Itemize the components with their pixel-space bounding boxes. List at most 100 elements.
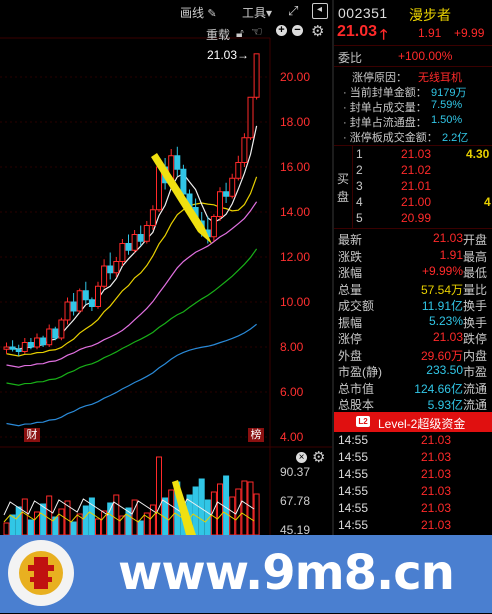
- candle[interactable]: [253, 53, 260, 100]
- gear-icon[interactable]: ⚙: [311, 22, 324, 40]
- tools-menu-button[interactable]: 工具▾: [242, 4, 272, 21]
- candle[interactable]: [64, 297, 71, 325]
- zoom-out-icon[interactable]: −: [292, 25, 303, 36]
- watermark-url: www.9m8.cn: [118, 545, 455, 601]
- candle[interactable]: [82, 281, 89, 305]
- price-axis-label: 12.00: [280, 250, 311, 264]
- volume-bar: [247, 481, 254, 535]
- stat-label: 外盘: [338, 348, 363, 363]
- fullscreen-icon[interactable]: ⤢: [288, 3, 298, 19]
- candle[interactable]: [174, 146, 181, 176]
- limit-info-label: · 涨停板成交金额：: [343, 132, 438, 144]
- lock-icon[interactable]: 🔓︎: [236, 26, 244, 41]
- candle[interactable]: [119, 239, 126, 266]
- candle[interactable]: [137, 225, 144, 246]
- zoom-in-icon[interactable]: +: [276, 25, 287, 36]
- limit-info-value: 无线耳机: [418, 72, 462, 84]
- draw-line-button[interactable]: 画线 ✎: [180, 4, 219, 21]
- bid-row[interactable]: 5 20.99: [334, 211, 492, 229]
- candle[interactable]: [70, 293, 77, 316]
- close-icon[interactable]: ×: [296, 452, 307, 463]
- candle[interactable]: [125, 234, 132, 255]
- price-axis-label: 20.00: [280, 70, 311, 84]
- weibi-row: 委比 +100.00%: [334, 49, 492, 67]
- candle[interactable]: [34, 333, 40, 350]
- bid-level: 4: [356, 195, 363, 209]
- bid-price: 21.02: [401, 163, 432, 177]
- stat-label: 最新: [338, 233, 363, 247]
- candle[interactable]: [229, 173, 236, 199]
- candle[interactable]: [241, 133, 248, 167]
- stat-label-secondary: 最高: [463, 249, 488, 264]
- candle[interactable]: [210, 214, 217, 242]
- candle[interactable]: [46, 324, 53, 348]
- candle[interactable]: [3, 342, 10, 354]
- hand-icon[interactable]: ☜: [251, 24, 263, 40]
- dragon-tiger-badge[interactable]: 榜: [248, 428, 264, 442]
- price-axis-label: 16.00: [280, 160, 311, 174]
- volume-bar: [40, 503, 47, 535]
- candle[interactable]: [58, 317, 65, 341]
- stock-change-pct: +9.99: [454, 26, 485, 40]
- volume-bar: [70, 521, 77, 535]
- watermark-logo: [4, 535, 78, 609]
- volume-bar: [156, 456, 162, 535]
- stat-label: 涨幅: [338, 266, 363, 280]
- candle[interactable]: [52, 326, 59, 341]
- candle[interactable]: [15, 344, 22, 356]
- stat-value: 124.66亿: [414, 381, 463, 396]
- limit-info-label: · 当前封单金额：: [343, 87, 427, 99]
- window-restore-icon[interactable]: ◂: [312, 3, 328, 19]
- level2-banner[interactable]: L2 Level-2超级资金: [334, 412, 492, 432]
- candle[interactable]: [217, 187, 223, 221]
- chart-toolbar: 画线 ✎ 工具▾ ⤢ ◂ 重载 🔓︎ ☜ + − ⚙: [0, 0, 332, 42]
- volume-bar: [58, 508, 65, 535]
- volume-bar: [137, 520, 144, 535]
- stat-value: 21.03: [432, 330, 463, 344]
- candle[interactable]: [88, 297, 95, 312]
- kline-chart-area[interactable]: 画线 ✎ 工具▾ ⤢ ◂ 重载 🔓︎ ☜ + − ⚙ 20.00 18.00 16.…: [0, 0, 332, 537]
- volume-bar: [27, 519, 34, 535]
- stat-label: 涨停: [338, 332, 363, 346]
- tick-row: 14:55 21.03: [334, 484, 492, 502]
- tick-row: 14:55 21.03: [334, 518, 492, 535]
- bid-volume: 4: [484, 195, 491, 209]
- volume-bar: [95, 518, 101, 535]
- volume-bar: [3, 522, 10, 535]
- stat-label-secondary: 流通: [463, 381, 488, 396]
- limit-info-label: · 封单占流通盘：: [343, 117, 427, 129]
- tick-price: 21.03: [421, 467, 452, 481]
- candle[interactable]: [76, 288, 83, 314]
- volume-bar: [107, 502, 114, 535]
- volume-bar: [223, 475, 230, 535]
- candle[interactable]: [223, 182, 230, 203]
- candle[interactable]: [143, 221, 150, 244]
- draw-line-label: 画线: [180, 6, 205, 20]
- stat-label: 振幅: [338, 315, 363, 330]
- stat-label: 总量: [338, 282, 363, 297]
- stat-label: 总市值: [338, 381, 375, 396]
- candle[interactable]: [247, 96, 254, 140]
- financial-report-badge[interactable]: 财: [24, 428, 40, 442]
- volume-bar: [21, 498, 28, 535]
- tick-time: 14:55: [338, 501, 369, 515]
- candle[interactable]: [95, 281, 101, 309]
- bid-level: 2: [356, 163, 363, 177]
- volume-bar: [113, 494, 120, 535]
- tick-row: 14:55 21.03: [334, 467, 492, 485]
- limit-info-label: 涨停原因：: [352, 72, 407, 84]
- candle[interactable]: [21, 338, 28, 354]
- candle[interactable]: [235, 155, 242, 181]
- indicator-settings-gear-icon[interactable]: ⚙: [312, 448, 325, 466]
- watermark-banner: www.9m8.cn: [0, 535, 492, 613]
- candle[interactable]: [131, 230, 138, 253]
- candle[interactable]: [101, 259, 108, 289]
- stat-value: 57.54万: [420, 282, 463, 297]
- level2-badge: L2: [356, 416, 370, 427]
- stat-value: 29.60万: [420, 348, 463, 363]
- reload-button[interactable]: 重载: [206, 26, 230, 43]
- candle[interactable]: [9, 340, 16, 352]
- stat-row: 市盈(静) 233.50 市盈: [334, 363, 492, 381]
- limit-info-value: 9179万: [431, 87, 467, 99]
- tick-row: 14:55 21.03: [334, 433, 492, 451]
